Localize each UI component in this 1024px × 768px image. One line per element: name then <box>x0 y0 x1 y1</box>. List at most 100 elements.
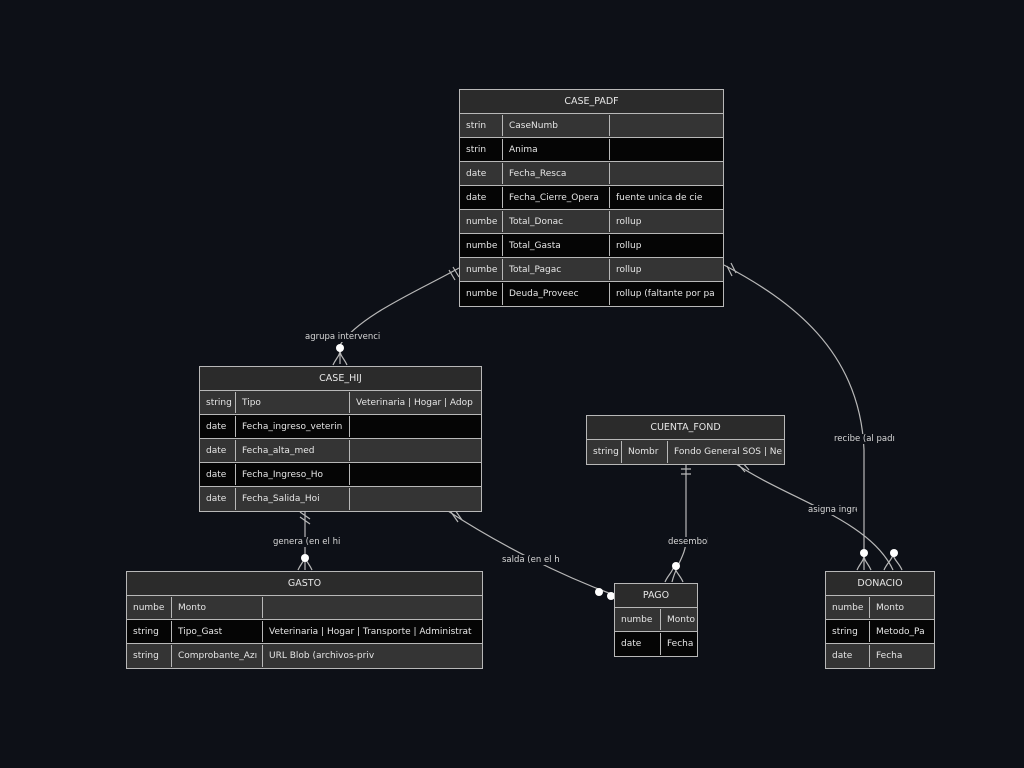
entity-row: date Fecha <box>615 632 697 656</box>
attr-comment <box>350 464 481 485</box>
attr-name: Fecha <box>667 639 694 649</box>
entity-row: string Metodo_Pa <box>826 620 934 644</box>
attr-type: date <box>615 633 661 655</box>
attr-type: date <box>460 163 503 184</box>
entity-gasto[interactable]: GASTO numbe Monto string Tipo_Gast Veterina… <box>126 571 483 669</box>
entity-row: string Comprobante_Azı URL Blob (archivos-… <box>127 644 482 668</box>
zero-marker <box>890 549 898 557</box>
entity-title: CUENTA_FOND <box>587 416 784 440</box>
attr-comment: Veterinaria | Hogar | Adop <box>356 398 473 408</box>
attr-comment: URL Blob (archivos-priv <box>269 651 375 661</box>
attr-type: string <box>200 392 236 413</box>
attr-type: numbe <box>460 259 503 280</box>
entity-donacion[interactable]: DONACIO numbe Monto string Metodo_Pa date F… <box>825 571 935 669</box>
attr-type: date <box>826 645 870 667</box>
entity-title: GASTO <box>127 572 482 596</box>
attr-comment: rollup <box>616 265 642 275</box>
entity-case-hijo[interactable]: CASE_HIJ string Tipo Veterinaria | Hogar |… <box>199 366 482 512</box>
attr-comment <box>610 163 723 184</box>
attr-type: numbe <box>460 235 503 256</box>
entity-row: numbe Total_Gasta rollup <box>460 234 723 258</box>
attr-comment <box>610 115 723 136</box>
attr-comment <box>263 597 482 618</box>
attr-type: strin <box>460 139 503 160</box>
attr-name: Deuda_Proveec <box>503 283 610 305</box>
entity-case-padre[interactable]: CASE_PADF strin CaseNumb strin Anima date F… <box>459 89 724 307</box>
zero-marker <box>860 549 868 557</box>
er-diagram: agrupa intervencio recibe (al padı gener… <box>0 0 1024 768</box>
attr-name: Comprobante_Azı <box>172 645 263 667</box>
entity-row: numbe Monto <box>826 596 934 620</box>
attr-type: date <box>200 416 236 437</box>
attr-type: numbe <box>460 283 503 305</box>
entity-pago[interactable]: PAGO numbe Monto date Fecha <box>614 583 698 657</box>
entity-row: date Fecha <box>826 644 934 668</box>
attr-comment: rollup <box>616 241 642 251</box>
zero-marker <box>336 344 344 352</box>
entity-row: date Fecha_Salida_Hoi <box>200 487 481 511</box>
entity-title: CASE_PADF <box>460 90 723 114</box>
attr-type: numbe <box>127 597 172 618</box>
attr-type: strin <box>460 115 503 136</box>
attr-name: Total_Pagac <box>503 259 610 280</box>
attr-name: Total_Donac <box>503 211 610 232</box>
attr-type: numbe <box>460 211 503 232</box>
attr-type: date <box>200 440 236 461</box>
attr-name: Fecha_ingreso_veterin <box>236 416 350 437</box>
rel-line-fondo-donacion <box>735 463 894 571</box>
entity-row: numbe Monto <box>615 608 697 632</box>
crowfoot-marker <box>883 553 903 571</box>
entity-cuenta-fondo[interactable]: CUENTA_FOND string Nombr Fondo General SOS… <box>586 415 785 465</box>
entity-title: PAGO <box>615 584 697 608</box>
attr-type: numbe <box>615 609 661 630</box>
zero-marker <box>672 562 680 570</box>
attr-name: Monto <box>667 615 696 625</box>
rel-label-fondo-donacion: asigna ingre <box>807 505 857 515</box>
entity-row: date Fecha_Ingreso_Ho <box>200 463 481 487</box>
attr-name: Tipo <box>236 392 350 413</box>
entity-row: numbe Deuda_Proveec rollup (faltante por p… <box>460 282 723 306</box>
entity-title: CASE_HIJ <box>200 367 481 391</box>
zero-marker <box>595 588 603 596</box>
entity-row: strin CaseNumb <box>460 114 723 138</box>
attr-name: Fecha_Cierre_Opera <box>503 187 610 208</box>
entity-row: date Fecha_Resca <box>460 162 723 186</box>
attr-type: string <box>587 441 622 463</box>
attr-name: Monto <box>876 603 905 613</box>
attr-comment: Veterinaria | Hogar | Transporte | Admin… <box>269 627 472 637</box>
entity-row: string Tipo_Gast Veterinaria | Hogar | Tra… <box>127 620 482 644</box>
attr-name: Total_Gasta <box>503 235 610 256</box>
attr-name: CaseNumb <box>503 115 610 136</box>
attr-comment <box>350 416 481 437</box>
attr-name: Fecha_Salida_Hoi <box>236 488 350 510</box>
attr-type: numbe <box>826 597 870 618</box>
attr-name: Fecha <box>876 651 903 661</box>
attr-comment: fuente unica de cie <box>616 193 703 203</box>
attr-type: string <box>127 621 172 642</box>
zero-marker <box>301 554 309 562</box>
entity-row: numbe Total_Pagac rollup <box>460 258 723 282</box>
attr-comment: rollup <box>616 217 642 227</box>
attr-type: string <box>826 621 870 642</box>
entity-row: string Nombr Fondo General SOS | Ne <box>587 440 784 464</box>
entity-row: numbe Monto <box>127 596 482 620</box>
attr-comment <box>350 488 481 510</box>
rel-label-padre-hijo: agrupa intervencio <box>304 332 380 342</box>
attr-comment <box>350 440 481 461</box>
attr-name: Tipo_Gast <box>172 621 263 642</box>
attr-type: date <box>200 464 236 485</box>
entity-row: numbe Total_Donac rollup <box>460 210 723 234</box>
rel-label-hijo-gasto: genera (en el hi <box>272 537 340 547</box>
entity-row: date Fecha_alta_med <box>200 439 481 463</box>
rel-label-padre-donacion: recibe (al padı <box>833 434 895 444</box>
attr-name: Metodo_Pa <box>876 627 925 637</box>
rel-line-padre-hijo <box>339 267 460 364</box>
entity-row: date Fecha_ingreso_veterin <box>200 415 481 439</box>
attr-type: date <box>200 488 236 510</box>
attr-name: Anima <box>503 139 610 160</box>
attr-comment: Fondo General SOS | Ne <box>674 447 783 457</box>
entity-row: string Tipo Veterinaria | Hogar | Adop <box>200 391 481 415</box>
attr-name: Nombr <box>622 441 668 463</box>
entity-title: DONACIO <box>826 572 934 596</box>
attr-comment: rollup (faltante por pa <box>616 289 715 299</box>
